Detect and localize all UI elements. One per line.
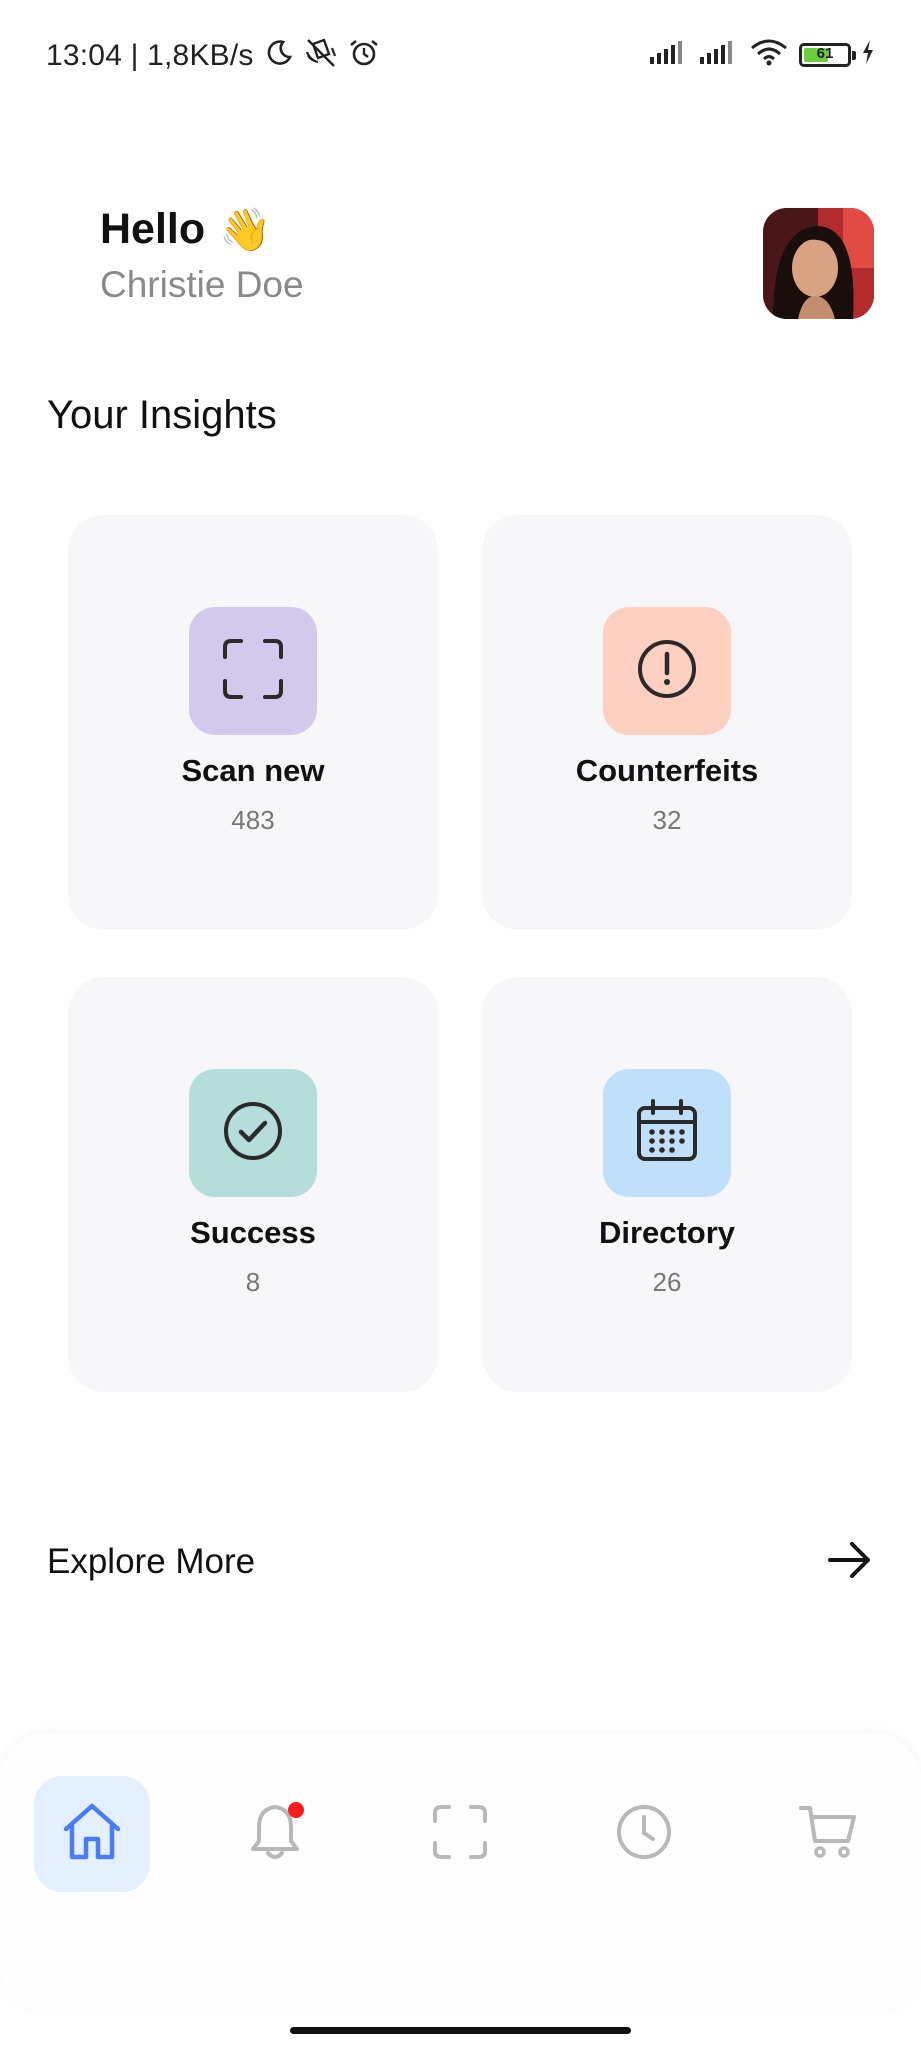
charging-icon — [861, 39, 875, 70]
home-indicator[interactable] — [290, 2027, 631, 2034]
alarm-icon — [348, 38, 380, 73]
card-label: Scan new — [181, 753, 325, 788]
card-icon-box — [603, 1069, 731, 1197]
nav-notifications[interactable] — [217, 1776, 333, 1892]
greeting-title: Hello 👋 — [100, 205, 304, 254]
card-count: 8 — [245, 1267, 261, 1297]
card-count: 26 — [652, 1267, 682, 1297]
cart-icon — [798, 1803, 858, 1866]
nav-scan[interactable] — [402, 1776, 518, 1892]
moon-icon — [264, 38, 294, 73]
scan-icon — [431, 1803, 489, 1866]
battery-indicator: 61 — [799, 42, 856, 67]
arrow-right-icon[interactable] — [827, 1540, 873, 1585]
greeting: Hello 👋 Christie Doe — [100, 205, 304, 306]
explore-more-label: Explore More — [47, 1542, 256, 1581]
home-icon — [60, 1801, 124, 1868]
insights-title: Your Insights — [47, 393, 277, 437]
card-label: Success — [190, 1215, 316, 1250]
battery-percent: 61 — [816, 44, 834, 62]
nav-cart[interactable] — [770, 1776, 886, 1892]
signal-icon — [649, 39, 689, 70]
insight-card-counterfeits[interactable]: Counterfeits 32 — [482, 515, 852, 930]
alert-circle-icon — [635, 637, 699, 706]
card-label: Directory — [598, 1215, 736, 1250]
card-icon-box — [603, 607, 731, 735]
nav-history[interactable] — [586, 1776, 702, 1892]
check-circle-icon — [221, 1099, 285, 1168]
notification-dot — [288, 1802, 304, 1818]
status-bar: 13:04 | 1,8KB/s 61 — [0, 0, 921, 110]
vibrate-off-icon — [304, 38, 338, 73]
avatar-photo — [763, 208, 874, 319]
explore-more-row[interactable]: Explore More — [47, 1535, 873, 1589]
wifi-icon — [749, 38, 789, 71]
user-name: Christie Doe — [100, 264, 304, 305]
nav-home[interactable] — [34, 1776, 150, 1892]
calendar-icon — [634, 1098, 700, 1169]
insight-card-directory[interactable]: Directory 26 — [482, 977, 852, 1392]
card-label: Counterfeits — [575, 753, 759, 788]
scan-icon — [221, 637, 285, 706]
insight-card-success[interactable]: Success 8 — [68, 977, 438, 1392]
insight-card-scan[interactable]: Scan new 483 — [68, 515, 438, 930]
card-count: 32 — [652, 805, 682, 835]
clock-icon — [615, 1803, 673, 1866]
wave-emoji: 👋 — [219, 205, 272, 253]
avatar[interactable] — [763, 208, 874, 319]
card-icon-box — [189, 607, 317, 735]
status-left: 13:04 | 1,8KB/s — [46, 38, 380, 73]
hello-text: Hello — [100, 205, 206, 253]
status-right: 61 — [649, 38, 875, 71]
signal-icon-2 — [699, 39, 739, 70]
status-time-speed: 13:04 | 1,8KB/s — [46, 38, 254, 72]
card-count: 483 — [231, 805, 275, 835]
bottom-nav — [0, 1733, 921, 2013]
card-icon-box — [189, 1069, 317, 1197]
